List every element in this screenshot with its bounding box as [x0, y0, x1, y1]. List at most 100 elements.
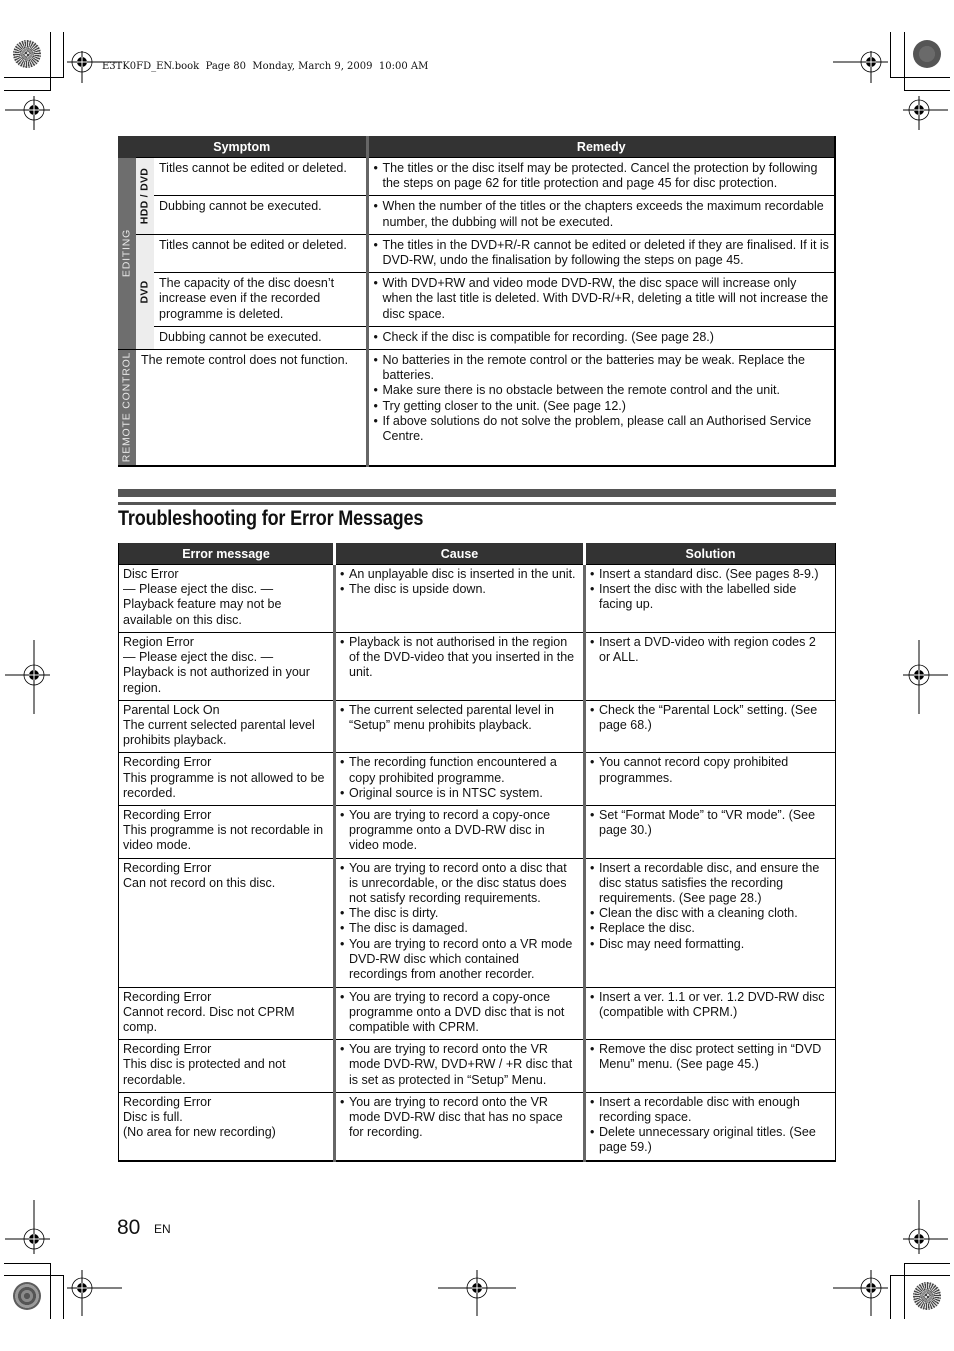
color-calibration-disc-icon: [913, 40, 941, 68]
crop-mark: [904, 1263, 950, 1264]
symptom-cell: The capacity of the disc doesn’t increas…: [154, 272, 367, 327]
bullet-item: If above solutions do not solve the prob…: [374, 414, 830, 444]
bullet-item: The disc is damaged.: [340, 921, 578, 936]
bullet-item: Clean the disc with a cleaning cloth.: [590, 906, 830, 921]
subgroup-label-dvd: DVD: [136, 233, 154, 350]
symptom-cell: Dubbing cannot be executed.: [154, 325, 367, 350]
symptom-cell: Titles cannot be edited or deleted.: [154, 156, 367, 196]
table-row: Region Error — Please eject the disc. — Pl…: [118, 632, 836, 701]
bullet-list: Insert a ver. 1.1 or ver. 1.2 DVD-RW dis…: [590, 990, 830, 1020]
bullet-item: When the number of the titles or the cha…: [374, 199, 830, 229]
bullet-item: Original source is in NTSC system.: [340, 786, 578, 801]
crop-mark: [904, 1263, 905, 1319]
bullet-item: The disc is upside down.: [340, 582, 578, 597]
error-title: Recording Error: [123, 989, 212, 1004]
registration-target-icon: [903, 1200, 948, 1254]
error-detail: — Please eject the disc. —: [123, 582, 274, 597]
error-title: Recording Error: [123, 1042, 212, 1057]
bullet-item: Try getting closer to the unit. (See pag…: [374, 399, 830, 414]
bullet-list: An unplayable disc is inserted in the un…: [340, 567, 578, 598]
table-row: Recording Error This programme is not all…: [118, 752, 836, 806]
error-detail: — Please eject the disc. —: [123, 650, 274, 665]
error-message-header: Error message: [118, 543, 335, 565]
registration-target-icon: [438, 1270, 516, 1316]
error-detail: Disc is full.: [123, 1110, 183, 1125]
error-detail: Playback feature may not be available on…: [123, 597, 282, 627]
bullet-list: With DVD+RW and video mode DVD-RW, the d…: [374, 276, 830, 322]
cause-cell: You are trying to record a copy-once pro…: [333, 986, 585, 1040]
bullet-list: The recording function encountered a cop…: [340, 755, 578, 801]
error-detail: Cannot record. Disc not CPRM comp.: [123, 1004, 295, 1035]
registration-target-icon: [833, 51, 888, 83]
symptom-header: Symptom: [118, 136, 367, 158]
solution-cell: Insert a ver. 1.1 or ver. 1.2 DVD-RW dis…: [583, 986, 836, 1040]
crop-mark: [904, 90, 950, 91]
registration-target-icon: [5, 640, 50, 714]
symptom-cell: The remote control does not function.: [136, 349, 367, 466]
bullet-item: The disc is dirty.: [340, 906, 578, 921]
crop-mark: [63, 1275, 64, 1319]
bullet-item: You are trying to record a copy-once pro…: [340, 808, 578, 854]
solution-header: Solution: [583, 543, 836, 565]
error-title: Recording Error: [123, 808, 212, 823]
error-title: Region Error: [123, 635, 194, 649]
error-message-cell: Recording Error This disc is protected an…: [118, 1039, 335, 1093]
error-message-cell: Disc Error — Please eject the disc. — Play…: [118, 564, 335, 633]
bullet-item: You cannot record copy prohibited progra…: [590, 755, 830, 785]
solution-cell: You cannot record copy prohibited progra…: [583, 752, 836, 806]
registration-target-icon: [903, 640, 948, 714]
bullet-item: Insert a recordable disc with enough rec…: [590, 1095, 830, 1125]
solution-cell: Check the “Parental Lock” setting. (See …: [583, 699, 836, 753]
crop-mark: [904, 32, 905, 91]
bullet-item: Insert a recordable disc, and ensure the…: [590, 861, 830, 907]
error-detail: This programme is not recordable in vide…: [123, 823, 324, 853]
bullet-item: Disc may need formatting.: [590, 937, 830, 952]
bullet-item: Playback is not authorised in the region…: [340, 635, 578, 681]
page-number: 80: [117, 1216, 141, 1239]
symptom-cell: Titles cannot be edited or deleted.: [154, 233, 367, 273]
error-message-cell: Recording Error Can not record on this di…: [118, 857, 335, 988]
table-row: DVD Titles cannot be edited or deleted. …: [118, 233, 835, 350]
table-header-row: Symptom Remedy: [118, 136, 835, 158]
bullet-item: The current selected parental level in “…: [340, 703, 578, 733]
error-message-cell: Recording Error This programme is not all…: [118, 752, 335, 806]
remedy-cell: The titles or the disc itself may be pro…: [365, 156, 835, 196]
table-row: Recording Error Cannot record. Disc not C…: [118, 986, 836, 1040]
solution-cell: Insert a DVD-video with region codes 2 o…: [583, 632, 836, 701]
bullet-list: You cannot record copy prohibited progra…: [590, 755, 830, 785]
crop-mark: [890, 1275, 891, 1319]
table-row: Dubbing cannot be executed. When the num…: [118, 195, 835, 235]
remedy-cell: Check if the disc is compatible for reco…: [365, 325, 835, 350]
bullet-item: Remove the disc protect setting in “DVD …: [590, 1042, 830, 1072]
bullet-list: The current selected parental level in “…: [340, 703, 578, 733]
bullet-list: The titles or the disc itself may be pro…: [374, 161, 830, 191]
bullet-item: Insert a standard disc. (See pages 8-9.): [590, 567, 830, 582]
table-row: Recording Error Disc is full. (No area for…: [118, 1091, 836, 1161]
registration-target-icon: [5, 96, 50, 130]
book-print-header: E3TK0FD_EN.book Page 80 Monday, March 9,…: [102, 61, 429, 72]
bullet-item: Insert the disc with the labelled side f…: [590, 582, 830, 612]
cause-cell: The current selected parental level in “…: [333, 699, 585, 753]
cause-cell: The recording function encountered a cop…: [333, 752, 585, 806]
bullet-item: Insert a ver. 1.1 or ver. 1.2 DVD-RW dis…: [590, 990, 830, 1020]
bullet-list: You are trying to record a copy-once pro…: [340, 990, 578, 1036]
crop-mark: [4, 90, 51, 91]
table-row: Recording Error Can not record on this di…: [118, 857, 836, 988]
registration-target-icon: [67, 1270, 122, 1316]
cause-cell: Playback is not authorised in the region…: [333, 632, 585, 701]
section-rule-thick: [118, 489, 836, 497]
bullet-list: Insert a DVD-video with region codes 2 o…: [590, 635, 830, 665]
bullet-item: An unplayable disc is inserted in the un…: [340, 567, 578, 582]
error-detail: (No area for new recording): [123, 1125, 276, 1140]
group-label-editing: EDITING: [118, 157, 136, 350]
error-message-cell: Recording Error This programme is not rec…: [118, 805, 335, 859]
cause-header: Cause: [333, 543, 585, 565]
bullet-item: Insert a DVD-video with region codes 2 o…: [590, 635, 830, 665]
symptom-cell: Dubbing cannot be executed.: [154, 195, 367, 235]
crop-mark: [50, 1263, 51, 1319]
bullet-list: No batteries in the remote control or th…: [374, 353, 830, 444]
bullet-item: Make sure there is no obstacle between t…: [374, 383, 830, 398]
color-calibration-disc-icon: [13, 40, 41, 68]
table-row: EDITING HDD / DVD Titles cannot be edite…: [118, 156, 835, 350]
solution-cell: Insert a recordable disc with enough rec…: [583, 1091, 836, 1161]
